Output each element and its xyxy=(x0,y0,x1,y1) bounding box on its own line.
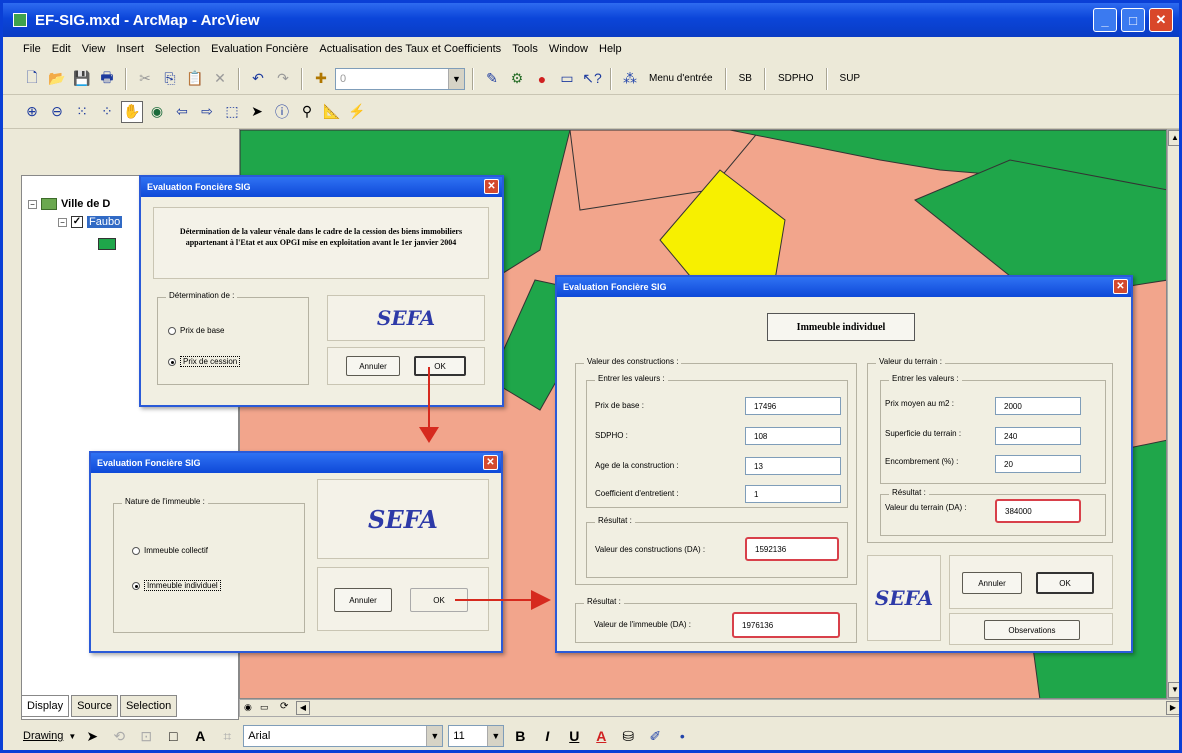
arcmap-window: EF-SIG.mxd - ArcMap - ArcView _ □ ✕ File… xyxy=(0,0,1182,753)
flow-arrows xyxy=(419,367,551,610)
arrow-head-down xyxy=(419,427,439,443)
arrow-head-right xyxy=(531,590,551,610)
